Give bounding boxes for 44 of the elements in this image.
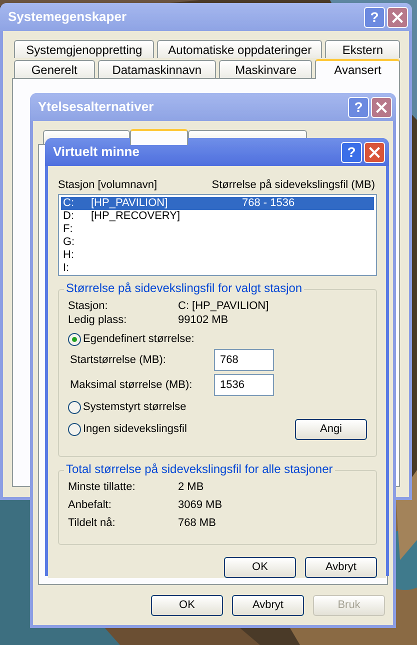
window-title: Ytelsesalternativer	[38, 98, 155, 116]
drive-row[interactable]: D: [HP_RECOVERY]	[61, 210, 374, 223]
button[interactable]: Avbryt	[305, 557, 377, 578]
column-header: Stasjon [volumnavn]	[58, 178, 158, 191]
group-title: Størrelse på sidevekslingsfil for valgt stasjon	[64, 282, 304, 294]
button[interactable]: OK	[224, 557, 296, 578]
drive-row[interactable]: H:	[61, 249, 374, 262]
tab[interactable]: Datamaskinnavn	[98, 60, 216, 78]
tab[interactable]: Systemgjenoppretting	[14, 40, 154, 58]
window-title: Virtuelt minne	[53, 143, 140, 162]
button[interactable]: Angi	[295, 419, 367, 440]
group-title: Total størrelse på sidevekslingsfil for alle stasjoner	[64, 463, 335, 475]
help-button[interactable]: ?	[341, 142, 362, 162]
tab[interactable]: Automatiske oppdateringer	[157, 40, 322, 58]
info-label: Tildelt nå:	[68, 517, 116, 530]
tab[interactable]: Generelt	[14, 60, 95, 78]
info-value: 768 MB	[178, 517, 217, 530]
tab[interactable]: Maskinvare	[219, 60, 312, 78]
window-title: Systemegenskaper	[8, 8, 128, 26]
info-value: 99102 MB	[178, 314, 230, 327]
radio-label[interactable]: Egendefinert størrelse:	[83, 333, 194, 346]
button[interactable]: OK	[151, 594, 223, 616]
radio-label[interactable]: Systemstyrt størrelse	[83, 401, 186, 414]
info-value: C: [HP_PAVILION]	[178, 300, 270, 313]
info-label: Stasjon:	[68, 300, 109, 313]
button[interactable]: Avbryt	[232, 594, 304, 616]
info-label: Anbefalt:	[68, 499, 112, 512]
column-header: Størrelse på sidevekslingsfil (MB)	[212, 178, 375, 191]
drive-list[interactable]: C: [HP_PAVILION] 768 - 1536 D: [HP_RECOVERY] F: G: H: I:	[58, 194, 377, 276]
radio-label[interactable]: Ingen sidevekslingsfil	[83, 423, 187, 436]
info-label: Minste tillatte:	[68, 481, 136, 494]
field-label: Maksimal størrelse (MB):	[70, 378, 194, 392]
tab[interactable]: Ekstern	[325, 40, 400, 58]
field-label: Startstørrelse (MB):	[70, 354, 167, 366]
drive-row[interactable]: F:	[61, 223, 374, 236]
tab[interactable]: Avansert	[315, 59, 400, 79]
drive-row[interactable]: C: [HP_PAVILION] 768 - 1536	[61, 197, 374, 210]
input-field[interactable]: 768	[214, 349, 274, 371]
input-field[interactable]: 1536	[214, 374, 274, 396]
drive-row[interactable]: I:	[61, 262, 374, 275]
info-value: 3069 MB	[178, 499, 224, 512]
info-value: 2 MB	[178, 481, 205, 494]
info-label: Ledig plass:	[68, 314, 128, 327]
drive-row[interactable]: G:	[61, 236, 374, 249]
